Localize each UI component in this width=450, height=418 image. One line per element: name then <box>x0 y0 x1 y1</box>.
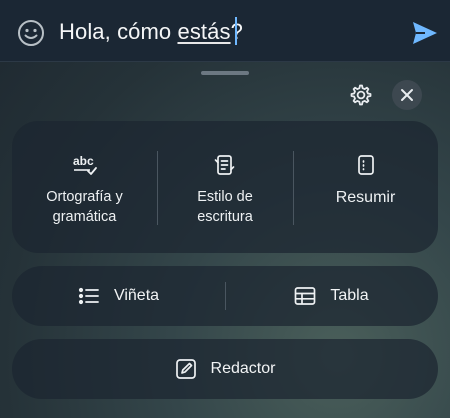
svg-text:abc: abc <box>73 154 94 168</box>
smiley-icon[interactable] <box>16 18 46 48</box>
format-tools-panel: Viñeta Tabla <box>12 266 438 326</box>
gear-icon[interactable] <box>346 80 376 110</box>
close-icon[interactable] <box>392 80 422 110</box>
redactor-button[interactable]: Redactor <box>12 339 438 399</box>
compose-bar: Hola, cómo estás? <box>0 0 450 62</box>
send-icon[interactable] <box>411 20 439 46</box>
bullet-list-icon <box>78 286 100 306</box>
spelling-grammar-label: Ortografía y gramática <box>46 189 123 225</box>
compose-edit-icon <box>175 358 197 380</box>
message-input[interactable]: Hola, cómo estás? <box>59 19 243 45</box>
writing-style-button[interactable]: Estilo de escritura <box>157 121 293 253</box>
redactor-panel: Redactor <box>12 339 438 399</box>
summarize-label: Resumir <box>335 189 396 206</box>
spellcheck-abc-icon: abc <box>72 153 98 177</box>
writing-tools-panel: abc Ortografía y gramática Estilo de esc… <box>12 121 438 253</box>
redactor-label: Redactor <box>210 360 276 377</box>
bullet-list-button[interactable]: Viñeta <box>12 266 225 326</box>
table-button[interactable]: Tabla <box>225 266 438 326</box>
writing-style-label: Estilo de escritura <box>197 189 253 225</box>
spelling-grammar-button[interactable]: abc Ortografía y gramática <box>12 121 157 253</box>
table-icon <box>294 286 316 306</box>
table-label: Tabla <box>330 287 369 304</box>
message-text-flagged-word: estás <box>177 19 231 44</box>
message-text-start: Hola, cómo <box>59 19 178 44</box>
rewrite-style-icon <box>214 153 236 177</box>
text-caret <box>235 17 237 45</box>
summarize-button[interactable]: Resumir <box>293 121 438 253</box>
summarize-icon <box>356 153 376 177</box>
bullet-list-label: Viñeta <box>113 287 160 304</box>
drag-handle[interactable] <box>201 71 249 75</box>
